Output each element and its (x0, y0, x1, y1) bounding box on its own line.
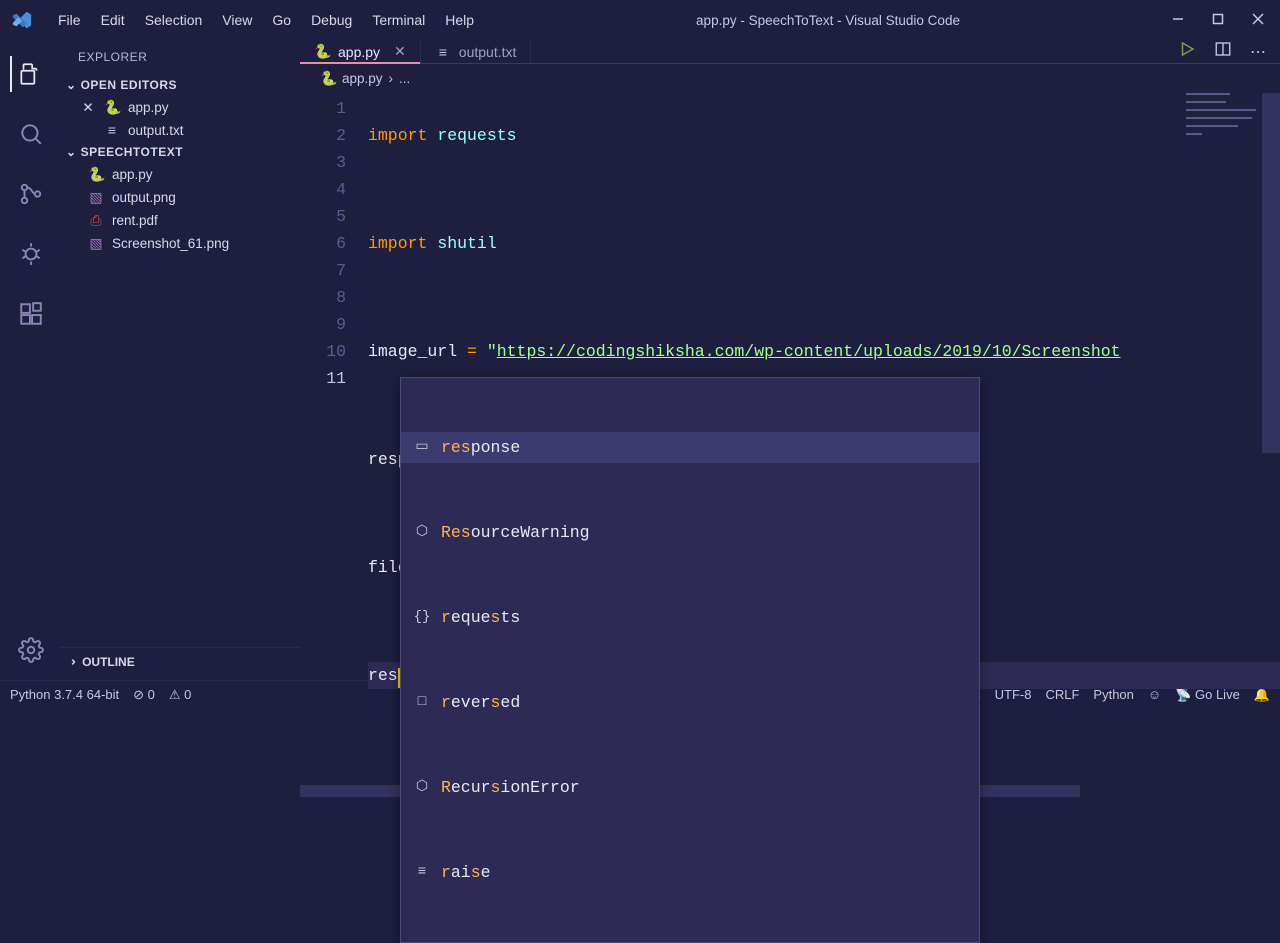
image-file-icon: ▧ (88, 189, 104, 206)
open-editor-app-py[interactable]: ✕ 🐍 app.py (60, 96, 300, 119)
window-controls (1172, 12, 1264, 28)
chevron-down-icon: ⌄ (66, 145, 77, 159)
variable-icon: ▭ (413, 434, 431, 461)
project-section[interactable]: ⌄ SPEECHTOTEXT (60, 141, 300, 163)
file-label: app.py (112, 167, 153, 182)
outline-label: OUTLINE (82, 655, 135, 669)
chevron-down-icon: ⌄ (66, 78, 77, 92)
autocomplete-item-resourcewarning[interactable]: ⬡ ResourceWarning (401, 517, 979, 548)
problems-warnings[interactable]: ⚠ 0 (169, 687, 192, 703)
title-bar: File Edit Selection View Go Debug Termin… (0, 0, 1280, 40)
more-actions-icon[interactable]: ⋯ (1250, 42, 1266, 62)
file-label: app.py (128, 100, 169, 115)
open-editor-output-txt[interactable]: ≡ output.txt (60, 119, 300, 141)
split-editor-icon[interactable] (1214, 40, 1232, 63)
function-icon: □ (413, 689, 431, 716)
file-screenshot-61-png[interactable]: ▧ Screenshot_61.png (60, 232, 300, 255)
autocomplete-item-reversed[interactable]: □ reversed (401, 687, 979, 718)
code-content[interactable]: import requests import shutil image_url … (368, 93, 1280, 797)
breadcrumb[interactable]: 🐍 app.py › ... (300, 64, 1280, 93)
file-app-py[interactable]: 🐍 app.py (60, 163, 300, 186)
code-area[interactable]: 1234567891011 import requests import shu… (300, 93, 1280, 797)
autocomplete-item-recursionerror[interactable]: ⬡ RecursionError (401, 772, 979, 803)
activity-bar (0, 40, 60, 680)
vertical-scrollbar[interactable] (1262, 93, 1280, 453)
run-icon[interactable] (1178, 40, 1196, 63)
breadcrumb-rest: ... (399, 71, 410, 86)
menu-debug[interactable]: Debug (301, 8, 362, 32)
search-icon[interactable] (12, 116, 48, 152)
file-label: Screenshot_61.png (112, 236, 229, 251)
editor-tabs: 🐍 app.py ✕ ≡ output.txt ⋯ (300, 40, 1280, 64)
menu-edit[interactable]: Edit (91, 8, 135, 32)
settings-gear-icon[interactable] (12, 632, 48, 668)
typed-text: res (368, 666, 398, 685)
menu-help[interactable]: Help (435, 8, 484, 32)
menu-terminal[interactable]: Terminal (362, 8, 435, 32)
tab-label: app.py (338, 44, 380, 60)
maximize-button[interactable] (1212, 12, 1224, 28)
class-icon: ⬡ (413, 774, 431, 801)
explorer-icon[interactable] (10, 56, 48, 92)
file-rent-pdf[interactable]: ⎙ rent.pdf (60, 209, 300, 232)
file-output-png[interactable]: ▧ output.png (60, 186, 300, 209)
file-label: output.txt (128, 123, 184, 138)
keyword-icon: ≡ (413, 859, 431, 886)
file-label: rent.pdf (112, 213, 158, 228)
project-label: SPEECHTOTEXT (81, 145, 183, 159)
module-icon: {} (413, 604, 431, 631)
window-title: app.py - SpeechToText - Visual Studio Co… (484, 13, 1172, 28)
menu-file[interactable]: File (48, 8, 91, 32)
editor-area: 🐍 app.py ✕ ≡ output.txt ⋯ 🐍 app.py › ...… (300, 40, 1280, 680)
minimize-button[interactable] (1172, 12, 1184, 28)
vscode-logo-icon (8, 6, 36, 34)
menu-go[interactable]: Go (262, 8, 301, 32)
autocomplete-item-response[interactable]: ▭ response (401, 432, 979, 463)
python-file-icon: 🐍 (104, 99, 120, 116)
text-file-icon: ≡ (435, 44, 451, 60)
autocomplete-item-requests[interactable]: {} requests (401, 602, 979, 633)
close-icon[interactable]: ✕ (394, 43, 406, 60)
text-file-icon: ≡ (104, 122, 120, 138)
source-control-icon[interactable] (12, 176, 48, 212)
sidebar: EXPLORER ⌄ OPEN EDITORS ✕ 🐍 app.py ≡ out… (60, 40, 300, 680)
open-editors-label: OPEN EDITORS (81, 78, 177, 92)
image-file-icon: ▧ (88, 235, 104, 252)
python-file-icon: 🐍 (88, 166, 104, 183)
menu-selection[interactable]: Selection (135, 8, 213, 32)
editor-actions: ⋯ (1178, 40, 1280, 63)
tab-app-py[interactable]: 🐍 app.py ✕ (300, 40, 421, 63)
breadcrumb-file: app.py (342, 71, 383, 86)
menu-view[interactable]: View (212, 8, 262, 32)
file-label: output.png (112, 190, 176, 205)
tab-label: output.txt (459, 44, 517, 60)
open-editors-section[interactable]: ⌄ OPEN EDITORS (60, 74, 300, 96)
python-file-icon: 🐍 (320, 70, 336, 87)
python-file-icon: 🐍 (314, 43, 330, 60)
main-menu: File Edit Selection View Go Debug Termin… (48, 8, 484, 32)
debug-icon[interactable] (12, 236, 48, 272)
class-icon: ⬡ (413, 519, 431, 546)
problems-errors[interactable]: ⊘ 0 (133, 687, 155, 703)
minimap[interactable] (1186, 93, 1262, 373)
autocomplete-item-raise[interactable]: ≡ raise (401, 857, 979, 888)
autocomplete-popup: ▭ response ⬡ ResourceWarning {} requests… (400, 377, 980, 943)
line-gutter: 1234567891011 (300, 93, 368, 797)
sidebar-header: EXPLORER (60, 40, 300, 74)
close-button[interactable] (1252, 12, 1264, 28)
breadcrumb-separator: › (389, 71, 394, 86)
pdf-file-icon: ⎙ (88, 212, 104, 229)
extensions-icon[interactable] (12, 296, 48, 332)
outline-section[interactable]: ⌄ OUTLINE (60, 647, 300, 675)
chevron-right-icon: ⌄ (64, 656, 78, 666)
close-icon[interactable]: ✕ (80, 100, 96, 116)
python-version[interactable]: Python 3.7.4 64-bit (10, 687, 119, 702)
tab-output-txt[interactable]: ≡ output.txt (421, 40, 532, 63)
